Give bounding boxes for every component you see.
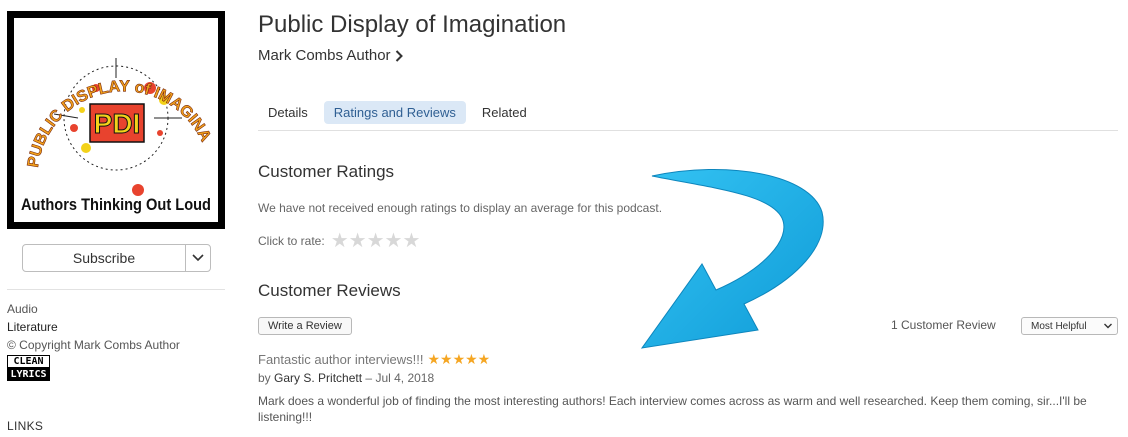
links-heading: LINKS — [7, 419, 44, 433]
chevron-right-icon — [395, 49, 403, 62]
artwork-banner-text: Authors Thinking Out Loud — [21, 195, 211, 214]
clean-badge-bottom: LYRICS — [7, 368, 50, 381]
tabs-divider — [258, 130, 1118, 131]
subscribe-label: Subscribe — [72, 250, 136, 266]
rate-star-icon[interactable]: ★ — [402, 231, 420, 251]
review-rating-stars: ★★★★★ — [427, 351, 491, 367]
review-byline: by Gary S. Pritchett – Jul 4, 2018 — [258, 371, 434, 385]
rate-star-icon[interactable]: ★ — [331, 231, 349, 251]
subscribe-dropdown-button[interactable] — [185, 245, 210, 271]
review-date-separator: – — [365, 371, 373, 385]
clean-badge-top: CLEAN — [7, 355, 50, 368]
sort-select[interactable]: Most Helpful — [1021, 317, 1118, 335]
media-kind: Audio — [7, 302, 38, 316]
big-curved-arrow — [640, 168, 824, 349]
review-date: Jul 4, 2018 — [375, 371, 435, 385]
subscribe-button[interactable]: Subscribe — [22, 244, 211, 272]
review-title: Fantastic author interviews!!! ★★★★★ — [258, 351, 490, 368]
rate-stars: ★ ★ ★ ★ ★ — [331, 231, 421, 251]
rate-star-icon[interactable]: ★ — [385, 231, 403, 251]
genre-link[interactable]: Literature — [7, 320, 58, 334]
artwork-logo-text: PDI — [94, 108, 141, 139]
rate-star-icon[interactable]: ★ — [367, 231, 385, 251]
sidebar-divider — [7, 289, 225, 290]
review-title-text: Fantastic author interviews!!! — [258, 352, 424, 367]
review-body: Mark does a wonderful job of finding the… — [258, 394, 1087, 424]
write-review-button[interactable]: Write a Review — [258, 317, 352, 335]
ratings-message: We have not received enough ratings to d… — [258, 201, 663, 215]
chevron-down-icon — [1104, 323, 1112, 329]
customer-reviews-heading: Customer Reviews — [258, 281, 401, 300]
artwork-image: PUBLIC DISPLAY of IMAGINATION PDI Author… — [14, 18, 218, 222]
click-to-rate-label: Click to rate: — [258, 234, 325, 248]
review-author: Gary S. Pritchett — [274, 371, 363, 385]
artist-link[interactable]: Mark Combs Author — [258, 47, 403, 64]
artwork-arc-text: PUBLIC DISPLAY of IMAGINATION — [14, 18, 214, 169]
sort-select-value: Most Helpful — [1031, 320, 1087, 332]
clean-lyrics-badge: CLEAN LYRICS — [7, 355, 50, 381]
tab-ratings-and-reviews[interactable]: Ratings and Reviews — [323, 101, 466, 124]
click-to-rate: Click to rate: ★ ★ ★ ★ ★ — [258, 231, 421, 251]
tab-details[interactable]: Details — [258, 101, 318, 124]
review-by-prefix: by — [258, 371, 271, 385]
page-title: Public Display of Imagination — [258, 11, 567, 38]
tab-bar: Details Ratings and Reviews Related — [258, 101, 537, 124]
copyright-text: © Copyright Mark Combs Author — [7, 338, 180, 352]
review-count: 1 Customer Review — [891, 318, 996, 332]
artist-name: Mark Combs Author — [258, 47, 391, 64]
customer-ratings-heading: Customer Ratings — [258, 162, 395, 181]
chevron-down-icon — [192, 254, 204, 262]
tab-related[interactable]: Related — [472, 101, 537, 124]
podcast-artwork: PUBLIC DISPLAY of IMAGINATION PDI Author… — [7, 11, 225, 229]
rate-star-icon[interactable]: ★ — [349, 231, 367, 251]
